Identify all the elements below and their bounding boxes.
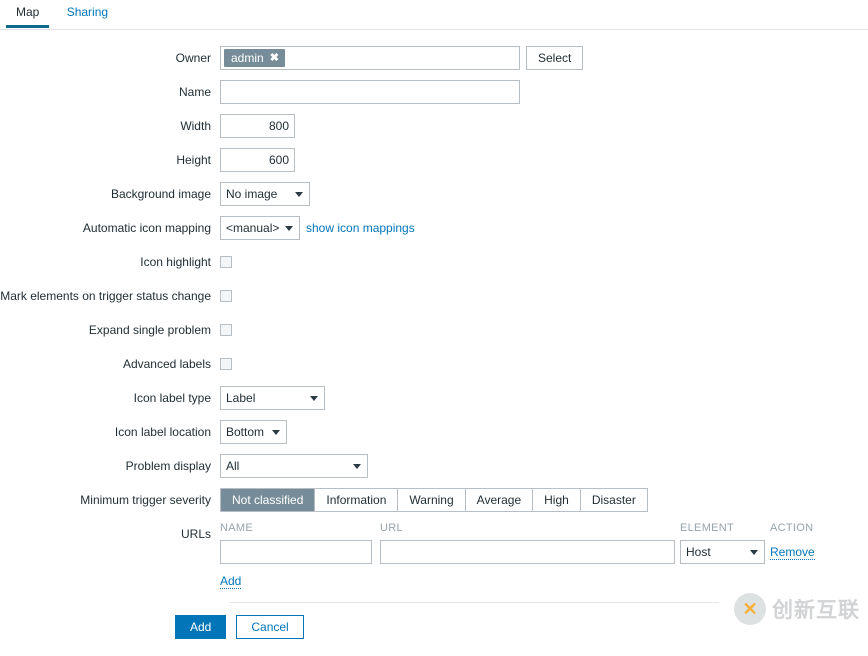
column-header-name: NAME: [220, 522, 380, 540]
column-header-action: ACTION: [770, 522, 820, 540]
row-mark-elements: Mark elements on trigger status change: [0, 284, 868, 308]
icon-label-location-value: Bottom: [226, 425, 264, 439]
urls-add-link[interactable]: Add: [220, 574, 241, 589]
url-remove-link[interactable]: Remove: [770, 545, 815, 560]
label-advanced-labels: Advanced labels: [0, 352, 220, 376]
row-advanced-labels: Advanced labels: [0, 352, 868, 376]
severity-option-average[interactable]: Average: [466, 489, 533, 511]
chevron-down-icon: [750, 550, 758, 555]
row-icon-label-location: Icon label location Bottom: [0, 420, 868, 444]
problem-display-select[interactable]: All: [220, 454, 368, 478]
height-input[interactable]: [220, 148, 295, 172]
owner-multiselect[interactable]: admin ✖: [220, 46, 520, 70]
form-footer: Add Cancel: [0, 615, 868, 639]
column-header-url: URL: [380, 522, 680, 540]
row-icon-highlight: Icon highlight: [0, 250, 868, 274]
column-header-element: ELEMENT: [680, 522, 770, 540]
severity-option-warning[interactable]: Warning: [398, 489, 465, 511]
background-image-select[interactable]: No image: [220, 182, 310, 206]
icon-highlight-checkbox[interactable]: [220, 256, 232, 268]
label-height: Height: [0, 148, 220, 172]
chevron-down-icon: [272, 430, 280, 435]
urls-table: NAME URL ELEMENT ACTION: [220, 522, 820, 567]
name-input[interactable]: [220, 80, 520, 104]
label-icon-highlight: Icon highlight: [0, 250, 220, 274]
footer-divider: [229, 602, 719, 603]
row-problem-display: Problem display All: [0, 454, 868, 478]
label-owner: Owner: [0, 46, 220, 70]
urls-header-row: NAME URL ELEMENT ACTION: [220, 522, 820, 540]
label-background-image: Background image: [0, 182, 220, 206]
severity-option-information[interactable]: Information: [315, 489, 398, 511]
severity-option-high[interactable]: High: [533, 489, 581, 511]
row-owner: Owner admin ✖ Select: [0, 46, 868, 70]
label-problem-display: Problem display: [0, 454, 220, 478]
chevron-down-icon: [295, 192, 303, 197]
label-expand-single-problem: Expand single problem: [0, 318, 220, 342]
label-minimum-trigger-severity: Minimum trigger severity: [0, 488, 220, 512]
owner-chip-label: admin: [231, 49, 264, 67]
severity-segmented-control: Not classified Information Warning Avera…: [220, 488, 648, 512]
map-properties-form: Owner admin ✖ Select Name Width Height: [0, 30, 868, 639]
row-height: Height: [0, 148, 868, 172]
url-value-input[interactable]: [380, 540, 675, 564]
tab-sharing[interactable]: Sharing: [55, 1, 120, 27]
chevron-down-icon: [353, 464, 361, 469]
severity-option-not-classified[interactable]: Not classified: [221, 489, 315, 511]
label-width: Width: [0, 114, 220, 138]
row-automatic-icon-mapping: Automatic icon mapping <manual> show ico…: [0, 216, 868, 240]
row-name: Name: [0, 80, 868, 104]
owner-chip[interactable]: admin ✖: [224, 49, 285, 67]
close-icon[interactable]: ✖: [270, 53, 279, 64]
expand-single-problem-checkbox[interactable]: [220, 324, 232, 336]
severity-option-disaster[interactable]: Disaster: [581, 489, 647, 511]
chevron-down-icon: [310, 396, 318, 401]
automatic-icon-mapping-value: <manual>: [226, 221, 279, 235]
label-name: Name: [0, 80, 220, 104]
label-mark-elements: Mark elements on trigger status change: [0, 284, 220, 308]
cancel-button[interactable]: Cancel: [236, 615, 303, 639]
label-icon-label-location: Icon label location: [0, 420, 220, 444]
width-input[interactable]: [220, 114, 295, 138]
row-expand-single-problem: Expand single problem: [0, 318, 868, 342]
submit-button[interactable]: Add: [175, 615, 226, 639]
row-icon-label-type: Icon label type Label: [0, 386, 868, 410]
url-element-value: Host: [686, 545, 711, 559]
chevron-down-icon: [285, 226, 293, 231]
row-background-image: Background image No image: [0, 182, 868, 206]
row-urls: URLs NAME URL ELEMENT ACTION: [0, 522, 868, 588]
show-icon-mappings-link[interactable]: show icon mappings: [306, 221, 415, 235]
tab-bar: Map Sharing: [0, 0, 868, 30]
label-urls: URLs: [0, 522, 220, 546]
cell-url: [380, 540, 680, 567]
label-icon-label-type: Icon label type: [0, 386, 220, 410]
owner-select-button[interactable]: Select: [526, 46, 583, 70]
automatic-icon-mapping-select[interactable]: <manual>: [220, 216, 300, 240]
cell-element: Host: [680, 540, 770, 567]
icon-label-type-select[interactable]: Label: [220, 386, 325, 410]
advanced-labels-checkbox[interactable]: [220, 358, 232, 370]
label-automatic-icon-mapping: Automatic icon mapping: [0, 216, 220, 240]
urls-add-row: Add: [220, 567, 820, 588]
cell-action: Remove: [770, 540, 820, 567]
icon-label-type-value: Label: [226, 391, 255, 405]
row-minimum-trigger-severity: Minimum trigger severity Not classified …: [0, 488, 868, 512]
problem-display-value: All: [226, 459, 239, 473]
row-width: Width: [0, 114, 868, 138]
table-row: Host Remove: [220, 540, 820, 567]
background-image-value: No image: [226, 187, 277, 201]
cell-name: [220, 540, 380, 567]
mark-elements-checkbox[interactable]: [220, 290, 232, 302]
icon-label-location-select[interactable]: Bottom: [220, 420, 287, 444]
tab-map[interactable]: Map: [4, 1, 51, 27]
url-name-input[interactable]: [220, 540, 372, 564]
url-element-select[interactable]: Host: [680, 540, 765, 564]
